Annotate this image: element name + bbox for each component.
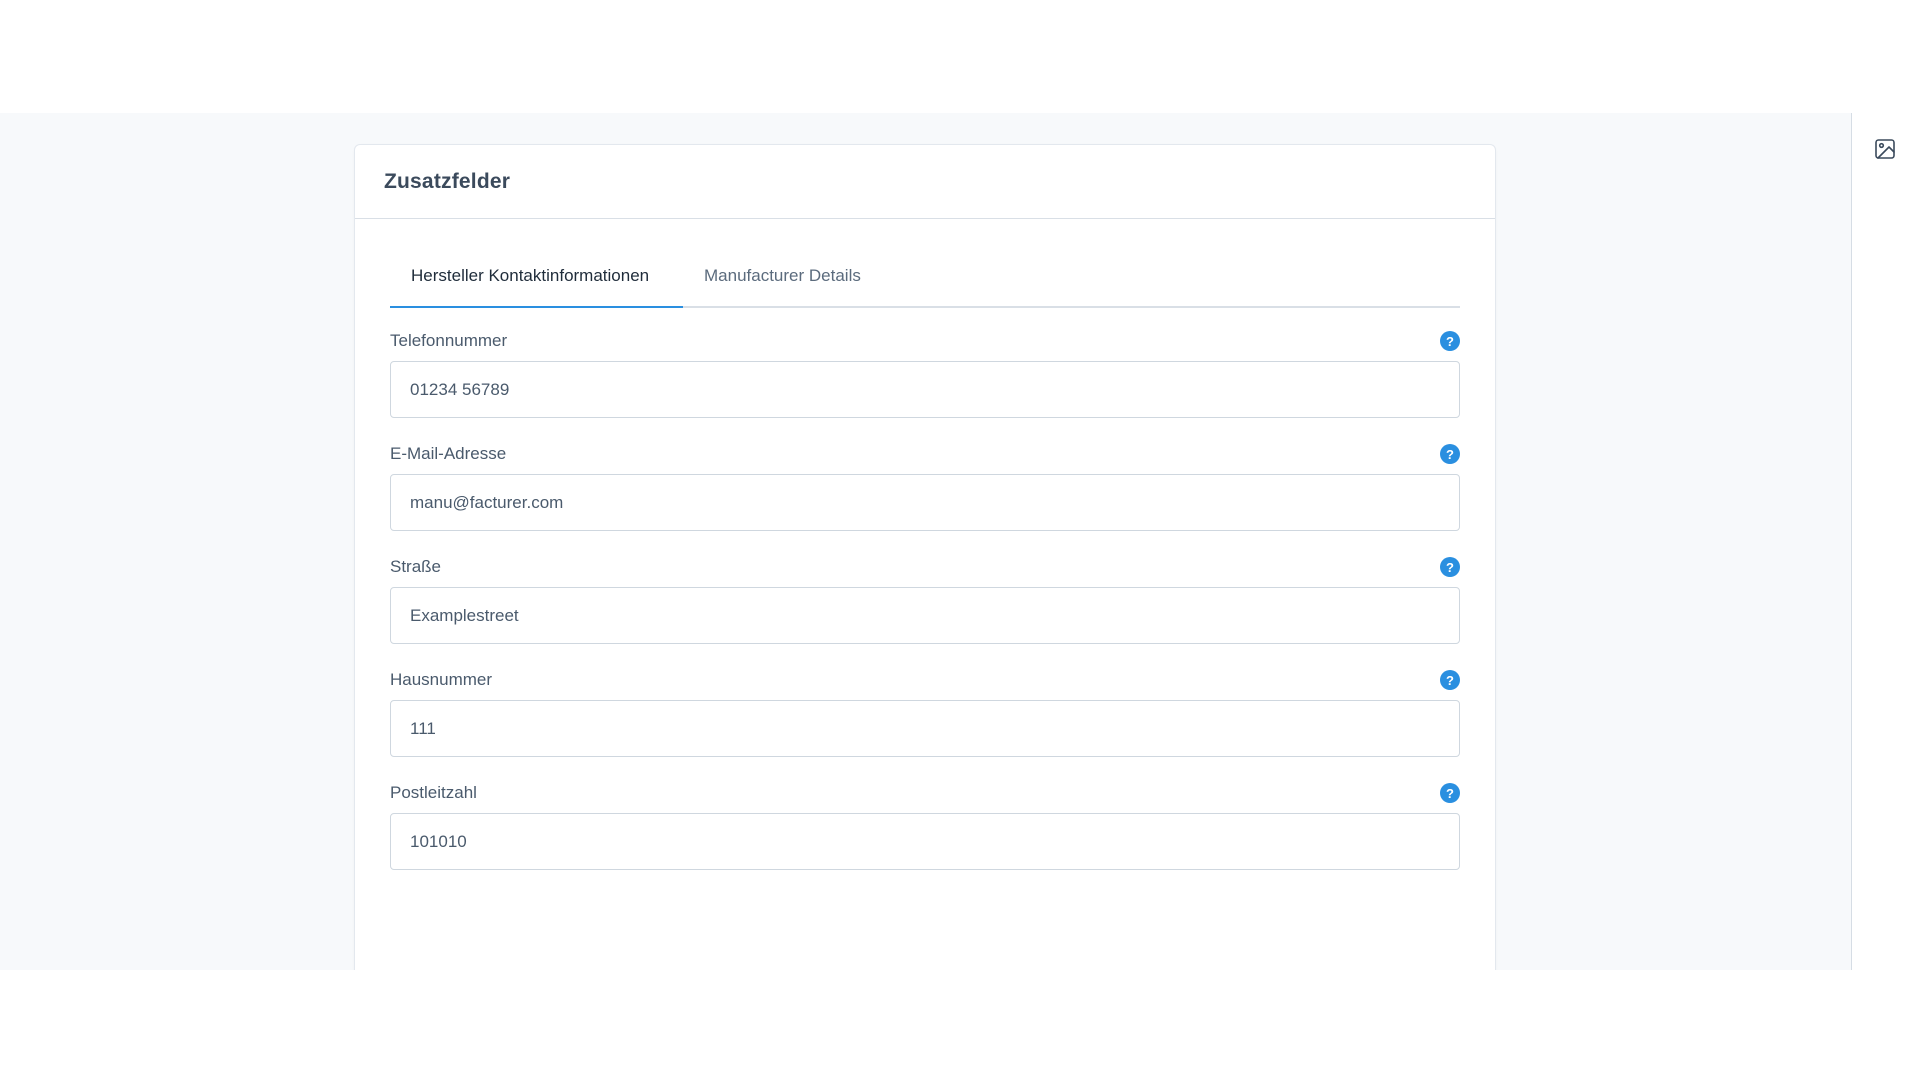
tab-hersteller-kontaktinformationen[interactable]: Hersteller Kontaktinformationen [390, 246, 683, 308]
help-icon[interactable]: ? [1440, 670, 1460, 690]
field-header: Telefonnummer ? [390, 330, 1460, 352]
field-label: Telefonnummer [390, 331, 508, 350]
content-area: Zusatzfelder Hersteller Kontaktinformati… [0, 113, 1851, 970]
zusatzfelder-card: Zusatzfelder Hersteller Kontaktinformati… [354, 144, 1496, 970]
help-icon[interactable]: ? [1440, 783, 1460, 803]
field-label: Straße [390, 557, 442, 576]
strasse-input[interactable] [390, 587, 1460, 644]
field-header: E-Mail-Adresse ? [390, 443, 1460, 465]
card-header: Zusatzfelder [355, 145, 1495, 219]
field-strasse: Straße ? [390, 556, 1460, 644]
hausnummer-input[interactable] [390, 700, 1460, 757]
image-icon[interactable] [1873, 137, 1897, 161]
card-body: Hersteller Kontaktinformationen Manufact… [355, 246, 1495, 870]
card-title: Zusatzfelder [384, 169, 511, 193]
field-postleitzahl: Postleitzahl ? [390, 782, 1460, 870]
field-label: Postleitzahl [390, 783, 477, 802]
help-icon[interactable]: ? [1440, 444, 1460, 464]
right-sidebar [1851, 113, 1920, 970]
help-icon[interactable]: ? [1440, 331, 1460, 351]
telefonnummer-input[interactable] [390, 361, 1460, 418]
tab-bar: Hersteller Kontaktinformationen Manufact… [390, 246, 1460, 308]
email-adresse-input[interactable] [390, 474, 1460, 531]
field-header: Postleitzahl ? [390, 782, 1460, 804]
field-list: Telefonnummer ? E-Mail-Adresse ? Straße [390, 330, 1460, 870]
field-label: E-Mail-Adresse [390, 444, 507, 463]
postleitzahl-input[interactable] [390, 813, 1460, 870]
field-label: Hausnummer [390, 670, 493, 689]
tab-manufacturer-details[interactable]: Manufacturer Details [683, 246, 882, 306]
field-telefonnummer: Telefonnummer ? [390, 330, 1460, 418]
field-hausnummer: Hausnummer ? [390, 669, 1460, 757]
field-email-adresse: E-Mail-Adresse ? [390, 443, 1460, 531]
field-header: Hausnummer ? [390, 669, 1460, 691]
help-icon[interactable]: ? [1440, 557, 1460, 577]
field-header: Straße ? [390, 556, 1460, 578]
